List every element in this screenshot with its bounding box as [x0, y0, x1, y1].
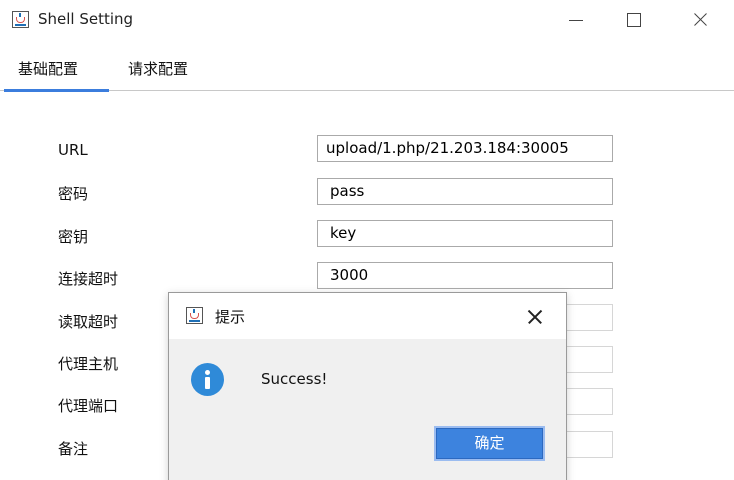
dialog-titlebar: 提示 — [169, 293, 566, 339]
connect-timeout-input[interactable]: 3000 — [317, 262, 613, 289]
close-button[interactable] — [678, 4, 722, 36]
message-dialog: 提示 Success! 确定 — [168, 292, 567, 480]
window-titlebar: Shell Setting — [0, 0, 734, 40]
info-icon — [191, 363, 224, 396]
key-label: 密钥 — [58, 228, 89, 246]
connect-timeout-label: 连接超时 — [58, 270, 119, 288]
read-timeout-label: 读取超时 — [58, 313, 119, 331]
dialog-message: Success! — [261, 370, 328, 388]
maximize-button[interactable] — [611, 4, 655, 36]
proxy-port-label: 代理端口 — [58, 397, 119, 415]
tab-label: 基础配置 — [18, 60, 79, 78]
ok-button[interactable]: 确定 — [434, 426, 545, 461]
dialog-close-button[interactable] — [521, 303, 549, 331]
url-label: URL — [58, 141, 88, 159]
java-cup-icon — [12, 11, 29, 28]
url-input[interactable]: 21.203.184:30005/upload/1.php — [317, 135, 613, 162]
proxy-host-label: 代理主机 — [58, 355, 119, 373]
tab-basic-config[interactable]: 基础配置 — [4, 52, 109, 92]
tab-bar: 基础配置 请求配置 — [0, 42, 734, 92]
password-input[interactable]: pass — [317, 178, 613, 205]
minimize-button[interactable] — [554, 4, 598, 36]
window-title: Shell Setting — [38, 10, 134, 28]
java-cup-icon — [186, 307, 203, 324]
remark-label: 备注 — [58, 440, 89, 458]
key-input[interactable]: key — [317, 220, 613, 247]
tab-request-config[interactable]: 请求配置 — [128, 58, 188, 79]
dialog-title: 提示 — [215, 308, 246, 326]
password-label: 密码 — [58, 185, 89, 203]
